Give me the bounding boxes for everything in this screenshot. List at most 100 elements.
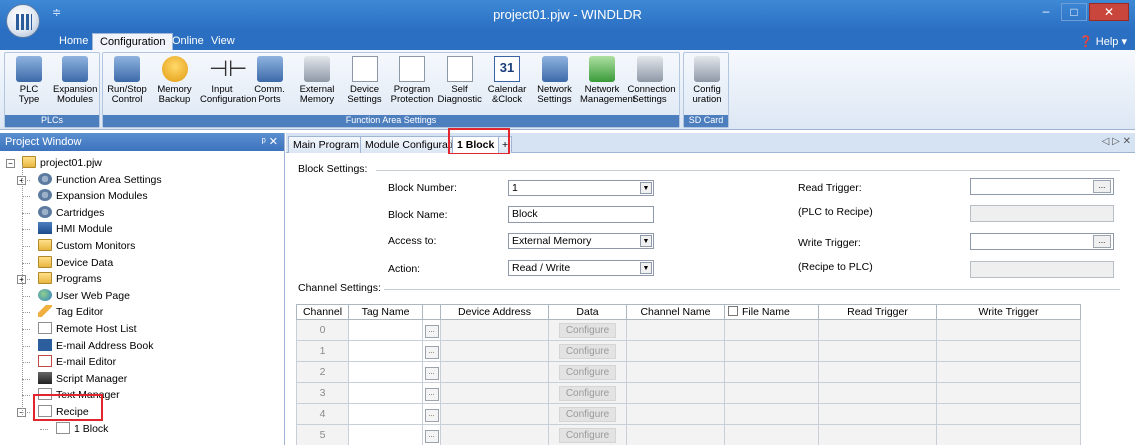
self-diagnostic-button[interactable]: Self Diagnostic bbox=[438, 56, 482, 114]
data-cell[interactable]: Configure bbox=[548, 361, 627, 383]
data-cell[interactable]: Configure bbox=[548, 382, 627, 404]
comm-ports-button[interactable]: Comm. Ports bbox=[248, 56, 292, 114]
tag-browse-cell[interactable]: ... bbox=[422, 361, 441, 383]
tree-item-label: Function Area Settings bbox=[56, 173, 162, 186]
application-menu-button[interactable] bbox=[6, 4, 40, 38]
channel-number-cell: 3 bbox=[296, 382, 349, 404]
col-file-name[interactable]: File Name bbox=[724, 304, 819, 320]
read-trigger-field[interactable]: ... bbox=[970, 178, 1114, 195]
write-trigger-browse-button[interactable]: ... bbox=[1093, 235, 1111, 248]
action-select[interactable]: Read / Write ▼ bbox=[508, 260, 654, 276]
configure-button[interactable]: Configure bbox=[558, 427, 617, 443]
data-cell[interactable]: Configure bbox=[548, 424, 627, 445]
expansion-modules-button[interactable]: Expansion Modules bbox=[53, 56, 97, 114]
tag-browse-cell[interactable]: ... bbox=[422, 382, 441, 404]
tag-browse-button[interactable]: ... bbox=[424, 345, 439, 359]
ribbon-button-label: Input Configuration bbox=[200, 84, 257, 105]
folder-icon bbox=[38, 239, 52, 251]
read-trigger-browse-button[interactable]: ... bbox=[1093, 180, 1111, 193]
data-cell[interactable]: Configure bbox=[548, 403, 627, 425]
tag-name-cell[interactable] bbox=[348, 403, 423, 425]
tree-item[interactable]: User Web Page bbox=[38, 288, 130, 304]
tag-browse-button[interactable]: ... bbox=[424, 429, 439, 443]
network-management-button[interactable]: Network Management bbox=[580, 56, 635, 114]
tag-browse-button[interactable]: ... bbox=[424, 366, 439, 380]
ribbon: PLCs PLC Type Expansion Modules Function … bbox=[0, 50, 1135, 130]
program-protection-button[interactable]: Program Protection bbox=[390, 56, 434, 114]
plc-to-recipe-field bbox=[970, 205, 1114, 222]
doc-tab-nav-controls[interactable]: ◁ ▷ ✕ bbox=[1102, 136, 1131, 147]
configure-button[interactable]: Configure bbox=[558, 406, 617, 422]
tree-item[interactable]: Remote Host List bbox=[38, 321, 137, 337]
tag-browse-cell[interactable]: ... bbox=[422, 319, 441, 341]
tag-browse-button[interactable]: ... bbox=[424, 387, 439, 401]
tree-item[interactable]: project01.pjw bbox=[22, 155, 102, 171]
tree-item[interactable]: Custom Monitors bbox=[38, 238, 135, 254]
tree-item-label: E-mail Address Book bbox=[56, 339, 154, 352]
help-button[interactable]: ❓ Help ▾ bbox=[1079, 35, 1127, 48]
close-button[interactable]: ✕ bbox=[1089, 3, 1129, 21]
tag-browse-cell[interactable]: ... bbox=[422, 403, 441, 425]
tag-browse-button[interactable]: ... bbox=[424, 408, 439, 422]
external-memory-button[interactable]: External Memory bbox=[295, 56, 339, 114]
tag-browse-button[interactable]: ... bbox=[424, 324, 439, 338]
title-bar: ≑ project01.pjw - WINDLDR – □ ✕ bbox=[0, 0, 1135, 30]
network-settings-button[interactable]: Network Settings bbox=[533, 56, 577, 114]
run-stop-button[interactable]: Run/Stop Control bbox=[105, 56, 149, 114]
data-cell[interactable]: Configure bbox=[548, 319, 627, 341]
chevron-down-icon: ▼ bbox=[640, 235, 652, 247]
block-name-field[interactable]: Block bbox=[508, 206, 654, 223]
access-to-select[interactable]: External Memory ▼ bbox=[508, 233, 654, 249]
tag-name-cell[interactable] bbox=[348, 424, 423, 445]
file-name-checkbox[interactable] bbox=[728, 306, 738, 316]
configure-button[interactable]: Configure bbox=[558, 343, 617, 359]
channel-name-cell bbox=[626, 319, 725, 341]
minimize-button[interactable]: – bbox=[1033, 3, 1059, 21]
tag-browse-cell[interactable]: ... bbox=[422, 340, 441, 362]
calendar-icon: 31 bbox=[494, 56, 520, 82]
tree-item-label: User Web Page bbox=[56, 289, 130, 302]
device-address-cell bbox=[440, 424, 549, 445]
tree-item[interactable]: Tag Editor bbox=[38, 304, 103, 320]
tree-item[interactable]: Function Area Settings bbox=[38, 172, 162, 188]
tree-item[interactable]: E-mail Editor bbox=[38, 354, 116, 370]
tag-browse-cell[interactable]: ... bbox=[422, 424, 441, 445]
plc-button[interactable]: PLC Type bbox=[7, 56, 51, 114]
channel-number-cell: 0 bbox=[296, 319, 349, 341]
tag-name-cell[interactable] bbox=[348, 361, 423, 383]
gear-icon bbox=[38, 172, 52, 185]
configure-button[interactable]: Configure bbox=[558, 364, 617, 380]
doc-tab-main-program[interactable]: Main Program bbox=[288, 136, 364, 153]
tree-item[interactable]: 1 Block bbox=[56, 421, 108, 437]
tag-name-cell[interactable] bbox=[348, 319, 423, 341]
sd-config-button[interactable]: Config uration bbox=[685, 56, 729, 114]
tag-name-cell[interactable] bbox=[348, 340, 423, 362]
configure-button[interactable]: Configure bbox=[558, 322, 617, 338]
tree-item[interactable]: Programs bbox=[38, 271, 102, 287]
configure-button[interactable]: Configure bbox=[558, 385, 617, 401]
tree-item-label: Remote Host List bbox=[56, 323, 137, 335]
input-config-button[interactable]: ⊣⊢ Input Configuration bbox=[200, 56, 257, 114]
write-trigger-field[interactable]: ... bbox=[970, 233, 1114, 250]
tree-item[interactable]: E-mail Address Book bbox=[38, 338, 153, 354]
maximize-button[interactable]: □ bbox=[1061, 3, 1087, 21]
connection-settings-button[interactable]: Connection Settings bbox=[628, 56, 676, 114]
tree-expander-icon[interactable]: − bbox=[6, 159, 15, 168]
network-management-icon bbox=[589, 56, 615, 82]
device-settings-button[interactable]: Device Settings bbox=[343, 56, 387, 114]
data-cell[interactable]: Configure bbox=[548, 340, 627, 362]
tree-item[interactable]: Cartridges bbox=[38, 205, 104, 221]
memory-backup-button[interactable]: Memory Backup bbox=[153, 56, 197, 114]
block-number-select[interactable]: 1 ▼ bbox=[508, 180, 654, 196]
tab-home[interactable]: Home bbox=[52, 33, 95, 50]
tab-configuration[interactable]: Configuration bbox=[92, 33, 174, 50]
block-number-value: 1 bbox=[512, 182, 518, 194]
tab-view[interactable]: View bbox=[204, 33, 242, 50]
tag-name-cell[interactable] bbox=[348, 382, 423, 404]
calendar-button[interactable]: 31 Calendar &Clock bbox=[485, 56, 529, 114]
tree-item[interactable]: Script Manager bbox=[38, 371, 127, 387]
pin-close-controls[interactable]: ᵖ ✕ bbox=[262, 135, 278, 148]
tree-item[interactable]: Expansion Modules bbox=[38, 188, 148, 204]
tree-item[interactable]: Device Data bbox=[38, 255, 113, 271]
tree-item[interactable]: HMI Module bbox=[38, 221, 113, 237]
